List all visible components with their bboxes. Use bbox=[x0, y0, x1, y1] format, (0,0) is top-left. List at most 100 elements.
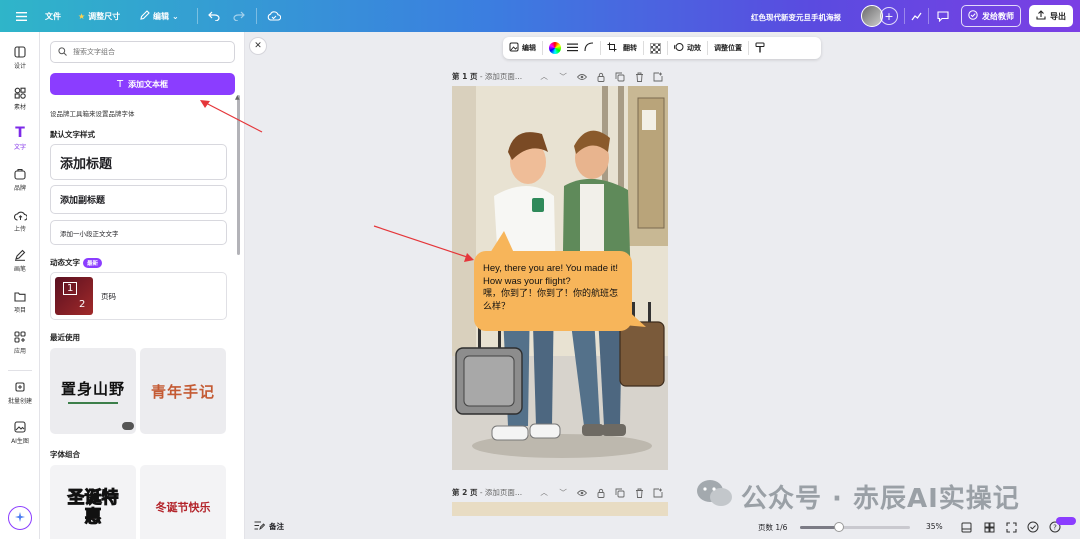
rail-bulk-create[interactable]: 批量创建 bbox=[0, 380, 40, 405]
lock-icon[interactable] bbox=[596, 72, 606, 82]
magic-assistant-button[interactable] bbox=[8, 506, 32, 530]
flip-button[interactable]: 翻转 bbox=[623, 43, 637, 53]
paint-format-icon[interactable] bbox=[755, 42, 765, 55]
send-to-teacher-button[interactable]: 发给教师 bbox=[961, 5, 1021, 27]
divider bbox=[928, 8, 929, 24]
divider bbox=[904, 8, 905, 24]
chevron-down-icon[interactable]: ﹀ bbox=[558, 72, 568, 82]
combo-card-2[interactable]: 冬诞节快乐 bbox=[140, 465, 226, 539]
trash-icon[interactable] bbox=[634, 488, 644, 498]
analytics-icon[interactable] bbox=[909, 5, 923, 27]
page-2-canvas[interactable] bbox=[452, 502, 668, 516]
crop-icon[interactable] bbox=[607, 42, 617, 54]
close-panel-button[interactable]: ✕ bbox=[249, 37, 267, 55]
search-input[interactable] bbox=[73, 48, 223, 56]
rail-brand[interactable]: 品牌 bbox=[0, 167, 40, 192]
add-page-icon[interactable] bbox=[653, 488, 663, 498]
add-page-icon[interactable] bbox=[653, 72, 663, 82]
add-collaborator-button[interactable]: + bbox=[880, 7, 898, 25]
divider bbox=[542, 41, 543, 55]
add-body-text-card[interactable]: 添加一小段正文文字 bbox=[50, 220, 227, 245]
zoom-level[interactable]: 35% bbox=[926, 522, 943, 531]
page-2-title[interactable]: - 添加页面... bbox=[480, 488, 522, 497]
add-heading-card[interactable]: 添加标题 bbox=[50, 144, 227, 180]
cloud-save-icon[interactable] bbox=[266, 5, 282, 27]
search-box[interactable] bbox=[50, 41, 235, 63]
chevron-down-icon: ⌄ bbox=[172, 11, 179, 21]
page-1-header: 第 1 页 - 添加页面... ︿ ﹀ bbox=[452, 71, 663, 82]
page-view-icon[interactable] bbox=[960, 521, 972, 533]
recent-font-card-2[interactable]: 青年手记 bbox=[140, 348, 226, 434]
position-button[interactable]: 调整位置 bbox=[714, 43, 742, 53]
add-subheading-card[interactable]: 添加副标题 bbox=[50, 185, 227, 214]
color-picker-icon[interactable] bbox=[549, 42, 561, 54]
page-1-title[interactable]: - 添加页面... bbox=[480, 72, 522, 81]
text-panel: T 添加文本框 设品牌工具箱来设置品牌字体 默认文字样式 添加标题 添加副标题 … bbox=[40, 32, 245, 539]
upload-icon bbox=[13, 208, 27, 222]
chevron-up-icon[interactable]: ︿ bbox=[539, 72, 549, 82]
elements-icon bbox=[13, 86, 27, 100]
folder-icon bbox=[13, 289, 27, 303]
font-combos-title: 字体组合 bbox=[50, 450, 80, 459]
page-number-card[interactable]: 1 2 页码 bbox=[50, 272, 227, 320]
bubble-tail bbox=[490, 231, 514, 253]
eye-icon[interactable] bbox=[577, 72, 588, 82]
notes-icon bbox=[254, 521, 266, 532]
eye-icon[interactable] bbox=[577, 488, 588, 498]
file-menu[interactable]: 文件 bbox=[45, 11, 61, 22]
apps-icon bbox=[13, 330, 27, 344]
notes-button[interactable]: 备注 bbox=[254, 521, 284, 532]
rail-apps[interactable]: 应用 bbox=[0, 330, 40, 355]
add-textbox-button[interactable]: T 添加文本框 bbox=[50, 73, 235, 95]
rail-upload[interactable]: 上传 bbox=[0, 208, 40, 233]
divider bbox=[197, 8, 198, 24]
grid-view-icon[interactable] bbox=[983, 521, 995, 533]
dynamic-text-title: 动态文字 最新 bbox=[50, 257, 103, 268]
menu-icon[interactable] bbox=[14, 5, 28, 27]
animate-button[interactable]: 动效 bbox=[674, 42, 701, 54]
rail-projects[interactable]: 项目 bbox=[0, 289, 40, 314]
bubble-text-zh: 嘿，你到了！你到了！你的航班怎么样？ bbox=[483, 289, 619, 312]
brand-kit-note[interactable]: 设品牌工具箱来设置品牌字体 bbox=[50, 108, 135, 118]
rail-ai-image[interactable]: AI生图 bbox=[0, 420, 40, 445]
chevron-up-icon[interactable]: ︿ bbox=[539, 488, 549, 498]
transparency-icon[interactable] bbox=[650, 42, 661, 54]
top-bar: 文件 ★ 调整尺寸 编辑 ⌄ 红色现代新变元旦手机海报 + 发给教师 导出 bbox=[0, 0, 1080, 32]
edit-menu[interactable]: 编辑 ⌄ bbox=[140, 10, 179, 22]
duplicate-icon[interactable] bbox=[615, 72, 625, 82]
zoom-slider-handle[interactable] bbox=[833, 522, 844, 532]
check-circle-icon[interactable] bbox=[1027, 521, 1039, 533]
wechat-watermark: 公众号 · 赤辰AI实操记 bbox=[695, 478, 1020, 515]
edit-image-button[interactable]: 编辑 bbox=[509, 42, 536, 54]
divider bbox=[748, 41, 749, 55]
rail-design[interactable]: 设计 bbox=[0, 45, 40, 70]
undo-icon[interactable] bbox=[207, 5, 221, 27]
resize-button[interactable]: ★ 调整尺寸 bbox=[78, 11, 120, 22]
recent-font-card-1[interactable]: 置身山野 bbox=[50, 348, 136, 434]
search-icon bbox=[58, 46, 67, 58]
chevron-down-icon[interactable]: ﹀ bbox=[558, 488, 568, 498]
export-button[interactable]: 导出 bbox=[1029, 5, 1073, 27]
page-count[interactable]: 页数 1/6 bbox=[758, 522, 787, 533]
divider bbox=[667, 41, 668, 55]
lock-icon[interactable] bbox=[596, 488, 606, 498]
rail-elements[interactable]: 素材 bbox=[0, 86, 40, 111]
corner-rounding-icon[interactable] bbox=[584, 42, 594, 54]
rail-text[interactable]: T 文字 bbox=[0, 125, 40, 151]
scroll-up-icon[interactable]: ▲ bbox=[235, 94, 240, 101]
wechat-icon bbox=[695, 478, 733, 515]
divider bbox=[256, 8, 257, 24]
draw-icon bbox=[13, 248, 27, 262]
redo-icon[interactable] bbox=[232, 5, 246, 27]
border-style-icon[interactable] bbox=[567, 43, 578, 54]
trash-icon[interactable] bbox=[634, 72, 644, 82]
rail-draw[interactable]: 画笔 bbox=[0, 248, 40, 273]
speech-bubble-textbox[interactable]: Hey, there you are! You made it! How was… bbox=[474, 231, 646, 331]
rail-divider bbox=[8, 370, 32, 371]
comment-icon[interactable] bbox=[935, 5, 951, 27]
duplicate-icon[interactable] bbox=[615, 488, 625, 498]
document-title[interactable]: 红色现代新变元旦手机海报 bbox=[751, 12, 841, 23]
panel-scrollbar[interactable] bbox=[237, 95, 240, 255]
combo-card-1[interactable]: 圣诞特惠 bbox=[50, 465, 136, 539]
fullscreen-icon[interactable] bbox=[1005, 521, 1017, 533]
